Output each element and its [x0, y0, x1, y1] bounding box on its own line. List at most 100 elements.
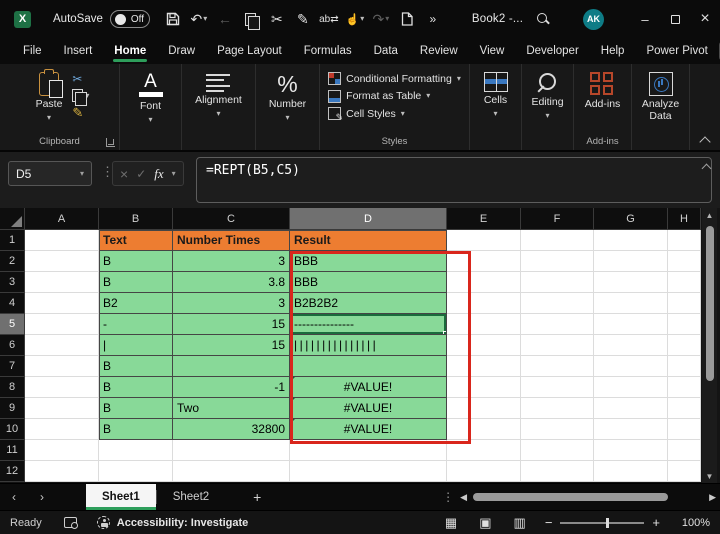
cell-G4[interactable]	[594, 293, 668, 314]
new-file-button[interactable]	[396, 7, 418, 31]
row-header-5[interactable]: 5	[0, 314, 25, 335]
cell-G6[interactable]	[594, 335, 668, 356]
cell-F2[interactable]	[521, 251, 594, 272]
sheet-tab-sheet1[interactable]: Sheet1	[86, 484, 156, 510]
tab-splitter-handle[interactable]: ⋮	[442, 490, 454, 504]
cell-A10[interactable]	[25, 419, 99, 440]
cell-C9[interactable]: Two	[173, 398, 290, 419]
horizontal-scroll-track[interactable]	[473, 492, 703, 502]
column-header-B[interactable]: B	[99, 208, 173, 230]
cell-H2[interactable]	[668, 251, 701, 272]
zoom-level[interactable]: 100%	[668, 517, 710, 529]
maximize-button[interactable]	[660, 0, 690, 38]
cell-H9[interactable]	[668, 398, 701, 419]
save-button[interactable]	[162, 7, 184, 31]
menu-tab-draw[interactable]: Draw	[157, 40, 206, 63]
cell-G9[interactable]	[594, 398, 668, 419]
column-header-E[interactable]: E	[447, 208, 521, 230]
cell-C12[interactable]	[173, 461, 290, 482]
scroll-up-icon[interactable]: ▲	[702, 208, 717, 222]
avatar[interactable]: AK	[583, 9, 604, 30]
cell-F1[interactable]	[521, 230, 594, 251]
zoom-out-button[interactable]: −	[537, 515, 561, 530]
page-layout-view-button[interactable]: ▣	[468, 515, 502, 531]
menu-tab-view[interactable]: View	[469, 40, 516, 63]
clipboard-dialog-launcher[interactable]	[106, 138, 115, 147]
cell-D12[interactable]	[290, 461, 447, 482]
editing-menu-button[interactable]: Editing ▾	[525, 70, 569, 122]
cell-B1[interactable]: Text	[99, 230, 173, 251]
cell-A1[interactable]	[25, 230, 99, 251]
zoom-slider-thumb[interactable]	[606, 518, 609, 528]
select-all-button[interactable]	[0, 208, 25, 230]
cell-G1[interactable]	[594, 230, 668, 251]
vertical-scroll-thumb[interactable]	[706, 226, 714, 381]
collapse-formula-bar-button[interactable]	[703, 162, 712, 171]
cell-C7[interactable]	[173, 356, 290, 377]
cell-H4[interactable]	[668, 293, 701, 314]
page-break-view-button[interactable]: ▥	[503, 515, 537, 531]
column-header-A[interactable]: A	[25, 208, 99, 230]
row-header-10[interactable]: 10	[0, 419, 25, 440]
minimize-button[interactable]: –	[630, 0, 660, 38]
vertical-scrollbar[interactable]: ▲ ▼	[702, 208, 717, 483]
addins-button[interactable]: Add-ins	[579, 70, 627, 113]
search-icon[interactable]	[537, 13, 549, 25]
cell-C6[interactable]: 15	[173, 335, 290, 356]
menu-tab-review[interactable]: Review	[409, 40, 469, 63]
cell-H5[interactable]	[668, 314, 701, 335]
cell-A9[interactable]	[25, 398, 99, 419]
row-header-6[interactable]: 6	[0, 335, 25, 356]
cell-A3[interactable]	[25, 272, 99, 293]
cell-H10[interactable]	[668, 419, 701, 440]
scroll-down-icon[interactable]: ▼	[702, 469, 717, 483]
cell-B8[interactable]: B	[99, 377, 173, 398]
cell-C2[interactable]: 3	[173, 251, 290, 272]
cell-B11[interactable]	[99, 440, 173, 461]
zoom-slider[interactable]	[560, 522, 644, 524]
cell-F12[interactable]	[521, 461, 594, 482]
cell-E1[interactable]	[447, 230, 521, 251]
cell-B10[interactable]: B	[99, 419, 173, 440]
column-header-D[interactable]: D	[290, 208, 447, 230]
cell-C10[interactable]: 32800	[173, 419, 290, 440]
cell-D1[interactable]: Result	[290, 230, 447, 251]
row-header-11[interactable]: 11	[0, 440, 25, 461]
cut-button[interactable]: ✂	[266, 7, 288, 31]
prev-sheet-button[interactable]: ‹	[0, 490, 28, 504]
analyze-data-button[interactable]: Analyze Data	[633, 70, 689, 124]
cell-H11[interactable]	[668, 440, 701, 461]
cell-H3[interactable]	[668, 272, 701, 293]
cell-C4[interactable]: 3	[173, 293, 290, 314]
cell-F5[interactable]	[521, 314, 594, 335]
cell-styles-button[interactable]: Cell Styles▾	[328, 107, 405, 120]
menu-tab-data[interactable]: Data	[363, 40, 409, 63]
cell-G7[interactable]	[594, 356, 668, 377]
cell-B7[interactable]: B	[99, 356, 173, 377]
back-button[interactable]: ←	[214, 7, 236, 31]
cell-H1[interactable]	[668, 230, 701, 251]
name-box-chevron-icon[interactable]: ▾	[80, 170, 84, 178]
accessibility-status[interactable]: Accessibility: Investigate	[117, 517, 248, 529]
formula-input[interactable]: =REPT(B5,C5)	[196, 157, 712, 203]
cell-A12[interactable]	[25, 461, 99, 482]
cell-B2[interactable]: B	[99, 251, 173, 272]
row-header-2[interactable]: 2	[0, 251, 25, 272]
cell-A8[interactable]	[25, 377, 99, 398]
cell-B6[interactable]: |	[99, 335, 173, 356]
column-header-G[interactable]: G	[594, 208, 668, 230]
cell-H7[interactable]	[668, 356, 701, 377]
menu-tab-home[interactable]: Home	[103, 40, 157, 63]
macro-record-icon[interactable]	[64, 517, 77, 528]
autosave-toggle[interactable]: AutoSave Off	[53, 10, 150, 28]
undo-button[interactable]: ↶▾	[188, 7, 210, 31]
sheet-tab-sheet2[interactable]: Sheet2	[157, 484, 225, 510]
cell-F9[interactable]	[521, 398, 594, 419]
menu-tab-developer[interactable]: Developer	[515, 40, 589, 63]
cell-B12[interactable]	[99, 461, 173, 482]
scroll-right-icon[interactable]: ▶	[709, 492, 716, 503]
cell-A5[interactable]	[25, 314, 99, 335]
next-sheet-button[interactable]: ›	[28, 490, 56, 504]
format-as-table-button[interactable]: Format as Table▾	[328, 90, 430, 103]
column-header-F[interactable]: F	[521, 208, 594, 230]
